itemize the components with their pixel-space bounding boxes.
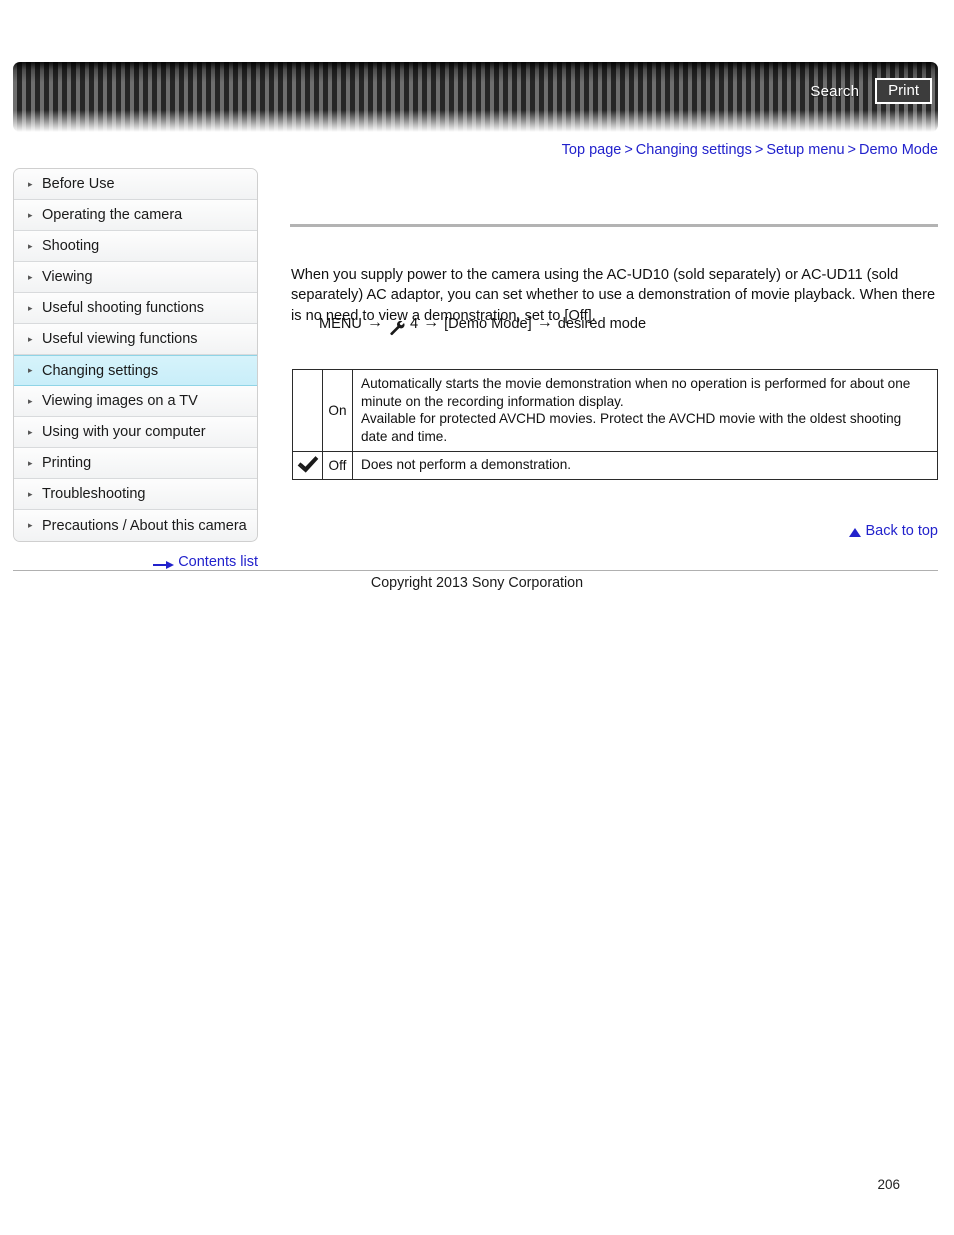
breadcrumb-item-setup-menu[interactable]: Setup menu <box>766 142 844 158</box>
triangle-bullet-icon: ▸ <box>28 333 33 344</box>
search-link[interactable]: Search <box>810 83 859 100</box>
sidebar-item-changing-settings[interactable]: ▸ Changing settings <box>14 355 257 386</box>
page-number: 206 <box>877 1177 900 1192</box>
contents-list: Contents list <box>0 554 258 570</box>
menu-path-end: desired mode <box>557 316 647 332</box>
sidebar-item-precautions-about-this-camera[interactable]: ▸ Precautions / About this camera <box>14 510 257 541</box>
marker-cell <box>292 368 323 453</box>
sidebar-item-label: Using with your computer <box>42 424 206 440</box>
menu-path-setup-number: 4 <box>409 316 419 332</box>
sidebar-item-label: Printing <box>42 455 92 471</box>
contents-list-link[interactable]: Contents list <box>178 554 258 570</box>
breadcrumb-separator: > <box>754 142 764 158</box>
triangle-bullet-icon: ▸ <box>28 520 33 530</box>
table-row: Off Does not perform a demonstration. <box>292 451 938 480</box>
table-row: On Automatically starts the movie demonst… <box>292 368 938 453</box>
menu-path-start: MENU <box>319 316 362 332</box>
copyright-text: Copyright 2013 Sony Corporation <box>370 575 584 591</box>
triangle-bullet-icon: ▸ <box>28 302 33 313</box>
sidebar-item-troubleshooting[interactable]: ▸ Troubleshooting <box>14 479 257 510</box>
triangle-bullet-icon: ▸ <box>28 271 33 282</box>
sidebar-item-before-use[interactable]: ▸ Before Use <box>14 169 257 200</box>
arrow-icon: → <box>423 314 440 331</box>
sidebar-item-shooting[interactable]: ▸ Shooting <box>14 231 257 262</box>
selected-marker-cell <box>292 451 323 480</box>
arrow-icon: → <box>536 314 553 331</box>
right-arrow-icon <box>153 558 175 569</box>
sidebar-item-printing[interactable]: ▸ Printing <box>14 448 257 479</box>
arrow-icon: → <box>366 314 383 331</box>
sidebar-item-label: Viewing images on a TV <box>42 393 198 409</box>
sidebar-item-viewing[interactable]: ▸ Viewing <box>14 262 257 293</box>
checkmark-icon <box>297 456 319 474</box>
sidebar-nav: ▸ Before Use ▸ Operating the camera ▸ Shootin… <box>13 168 258 542</box>
sidebar-item-label: Viewing <box>42 269 93 285</box>
sidebar-item-label: Shooting <box>42 238 100 254</box>
breadcrumb-item-top-page[interactable]: Top page <box>562 142 622 158</box>
breadcrumb-item-demo-mode[interactable]: Demo Mode <box>859 142 938 158</box>
sidebar-item-operating-the-camera[interactable]: ▸ Operating the camera <box>14 200 257 231</box>
header-banner <box>13 62 938 132</box>
sidebar-item-viewing-images-on-a-tv[interactable]: ▸ Viewing images on a TV <box>14 386 257 417</box>
sidebar-item-using-with-your-computer[interactable]: ▸ Using with your computer <box>14 417 257 448</box>
triangle-bullet-icon: ▸ <box>28 426 33 437</box>
table-cell-mode: Off <box>322 451 353 480</box>
print-button[interactable]: Print <box>875 78 932 105</box>
triangle-bullet-icon: ▸ <box>28 488 33 499</box>
back-to-top-link[interactable]: Back to top <box>865 523 938 539</box>
menu-path: MENU → 4 → [Demo Mode] → desired mode <box>319 313 646 335</box>
sidebar-item-useful-viewing-functions[interactable]: ▸ Useful viewing functions <box>14 324 257 355</box>
sidebar-item-label: Precautions / About this camera <box>42 517 247 534</box>
sidebar-item-label: Operating the camera <box>42 207 183 223</box>
sidebar-item-label: Useful shooting functions <box>42 300 205 316</box>
breadcrumb-separator: > <box>847 142 857 158</box>
breadcrumb: Top page > Changing settings > Setup menu > De… <box>562 142 938 158</box>
triangle-bullet-icon: ▸ <box>28 240 33 251</box>
content-divider <box>290 224 938 227</box>
triangle-bullet-icon: ▸ <box>28 457 33 468</box>
back-to-top: Back to top <box>849 523 938 539</box>
header-controls: Search Print <box>810 78 932 105</box>
triangle-bullet-icon: ▸ <box>28 178 33 189</box>
table-cell-description: Does not perform a demonstration. <box>352 451 938 480</box>
options-table: On Automatically starts the movie demonst… <box>292 368 938 480</box>
breadcrumb-item-changing-settings[interactable]: Changing settings <box>636 142 752 158</box>
up-triangle-icon <box>849 527 862 537</box>
breadcrumb-separator: > <box>624 142 633 158</box>
sidebar-item-useful-shooting-functions[interactable]: ▸ Useful shooting functions <box>14 293 257 324</box>
sidebar-item-label: Useful viewing functions <box>42 331 198 347</box>
triangle-bullet-icon: ▸ <box>28 365 33 375</box>
sidebar-item-label: Changing settings <box>42 362 159 379</box>
triangle-bullet-icon: ▸ <box>28 209 33 220</box>
menu-path-item: [Demo Mode] <box>444 316 532 332</box>
footer-divider <box>13 570 938 571</box>
triangle-bullet-icon: ▸ <box>28 395 33 406</box>
wrench-setup-icon <box>388 319 405 336</box>
sidebar-item-label: Troubleshooting <box>42 486 146 502</box>
sidebar-item-label: Before Use <box>42 176 115 192</box>
table-cell-description: Automatically starts the movie demonstra… <box>352 368 938 453</box>
table-cell-mode: On <box>322 368 353 453</box>
